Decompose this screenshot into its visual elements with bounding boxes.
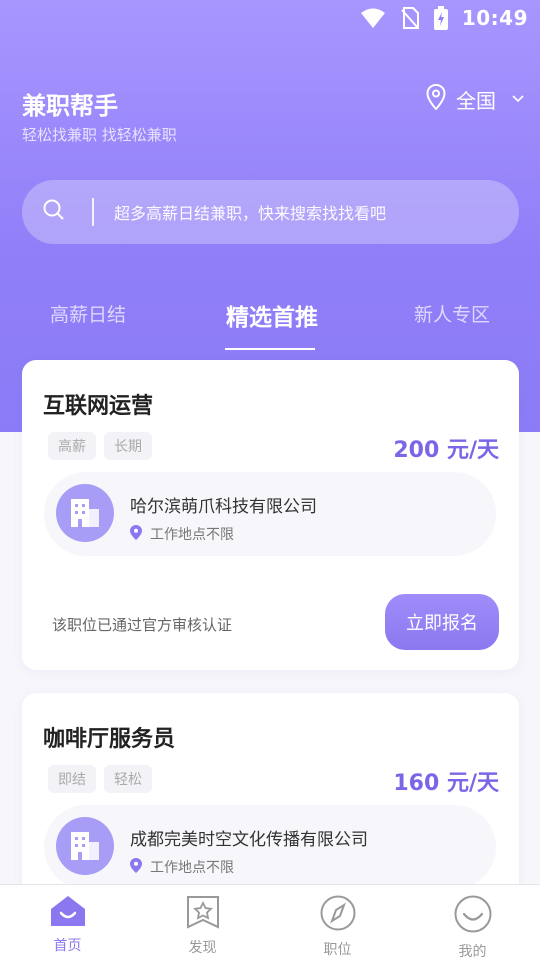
nav-profile[interactable]: 我的 bbox=[405, 885, 540, 960]
search-icon bbox=[42, 198, 66, 226]
building-icon bbox=[56, 484, 114, 542]
verify-text: 该职位已通过官方审核认证 bbox=[52, 616, 233, 634]
job-card[interactable]: 咖啡厅服务员 即结 轻松 160 元/天 成都完美时空文化传播有限公司 工作地点… bbox=[22, 693, 519, 913]
job-tag: 即结 bbox=[48, 765, 96, 793]
job-salary: 200 元/天 bbox=[393, 438, 499, 463]
map-pin-icon bbox=[130, 857, 142, 877]
location-label: 全国 bbox=[456, 88, 496, 113]
search-bar[interactable]: 超多高薪日结兼职，快来搜索找找看吧 bbox=[22, 180, 519, 244]
nav-home[interactable]: 首页 bbox=[0, 885, 135, 960]
app-subtitle: 轻松找兼职 找轻松兼职 bbox=[22, 126, 177, 144]
nav-discover[interactable]: 发现 bbox=[135, 885, 270, 960]
home-icon bbox=[49, 895, 87, 931]
clock: 10:49 bbox=[461, 6, 528, 30]
search-cursor bbox=[92, 198, 94, 226]
tab-high-pay-daily[interactable]: 高薪日结 bbox=[50, 300, 126, 327]
job-location: 工作地点不限 bbox=[130, 524, 234, 544]
nav-label: 发现 bbox=[188, 940, 217, 956]
job-salary: 160 元/天 bbox=[393, 771, 499, 796]
job-card[interactable]: 互联网运营 高薪 长期 200 元/天 哈尔滨萌爪科技有限公司 工作地点不限 该… bbox=[22, 360, 519, 670]
apply-button[interactable]: 立即报名 bbox=[385, 594, 499, 650]
job-title: 互联网运营 bbox=[43, 394, 154, 419]
nav-label: 我的 bbox=[458, 944, 487, 960]
wifi-icon bbox=[360, 7, 386, 29]
compass-icon bbox=[320, 895, 356, 935]
discover-icon bbox=[186, 895, 220, 933]
job-location-text: 工作地点不限 bbox=[150, 527, 234, 543]
building-icon bbox=[56, 817, 114, 875]
status-bar: 10:49 bbox=[0, 0, 540, 36]
tab-newcomer[interactable]: 新人专区 bbox=[414, 300, 490, 327]
map-pin-icon bbox=[426, 83, 446, 114]
job-tag: 高薪 bbox=[48, 432, 96, 460]
company-name: 哈尔滨萌爪科技有限公司 bbox=[130, 497, 317, 517]
company-name: 成都完美时空文化传播有限公司 bbox=[130, 830, 368, 850]
nav-label: 首页 bbox=[53, 938, 82, 954]
bottom-nav: 首页 发现 职位 我的 bbox=[0, 884, 540, 960]
job-tag: 长期 bbox=[104, 432, 152, 460]
tab-featured[interactable]: 精选首推 bbox=[226, 298, 318, 332]
category-tabs: 高薪日结 精选首推 新人专区 bbox=[0, 290, 540, 352]
job-tags: 高薪 长期 bbox=[48, 432, 152, 460]
app-title: 兼职帮手 bbox=[22, 92, 118, 120]
company-info[interactable]: 成都完美时空文化传播有限公司 工作地点不限 bbox=[44, 805, 496, 889]
map-pin-icon bbox=[130, 524, 142, 544]
job-location-text: 工作地点不限 bbox=[150, 860, 234, 876]
chevron-down-icon bbox=[512, 92, 524, 107]
battery-icon bbox=[433, 6, 448, 30]
job-title: 咖啡厅服务员 bbox=[43, 727, 176, 752]
nav-label: 职位 bbox=[323, 942, 352, 958]
location-selector[interactable]: 全国 bbox=[426, 83, 524, 114]
job-tag: 轻松 bbox=[104, 765, 152, 793]
job-location: 工作地点不限 bbox=[130, 857, 234, 877]
company-info[interactable]: 哈尔滨萌爪科技有限公司 工作地点不限 bbox=[44, 472, 496, 556]
tab-active-indicator bbox=[225, 348, 315, 350]
smile-icon bbox=[454, 895, 492, 937]
no-sim-icon bbox=[400, 7, 420, 29]
search-placeholder: 超多高薪日结兼职，快来搜索找找看吧 bbox=[114, 204, 387, 223]
job-tags: 即结 轻松 bbox=[48, 765, 152, 793]
nav-jobs[interactable]: 职位 bbox=[270, 885, 405, 960]
